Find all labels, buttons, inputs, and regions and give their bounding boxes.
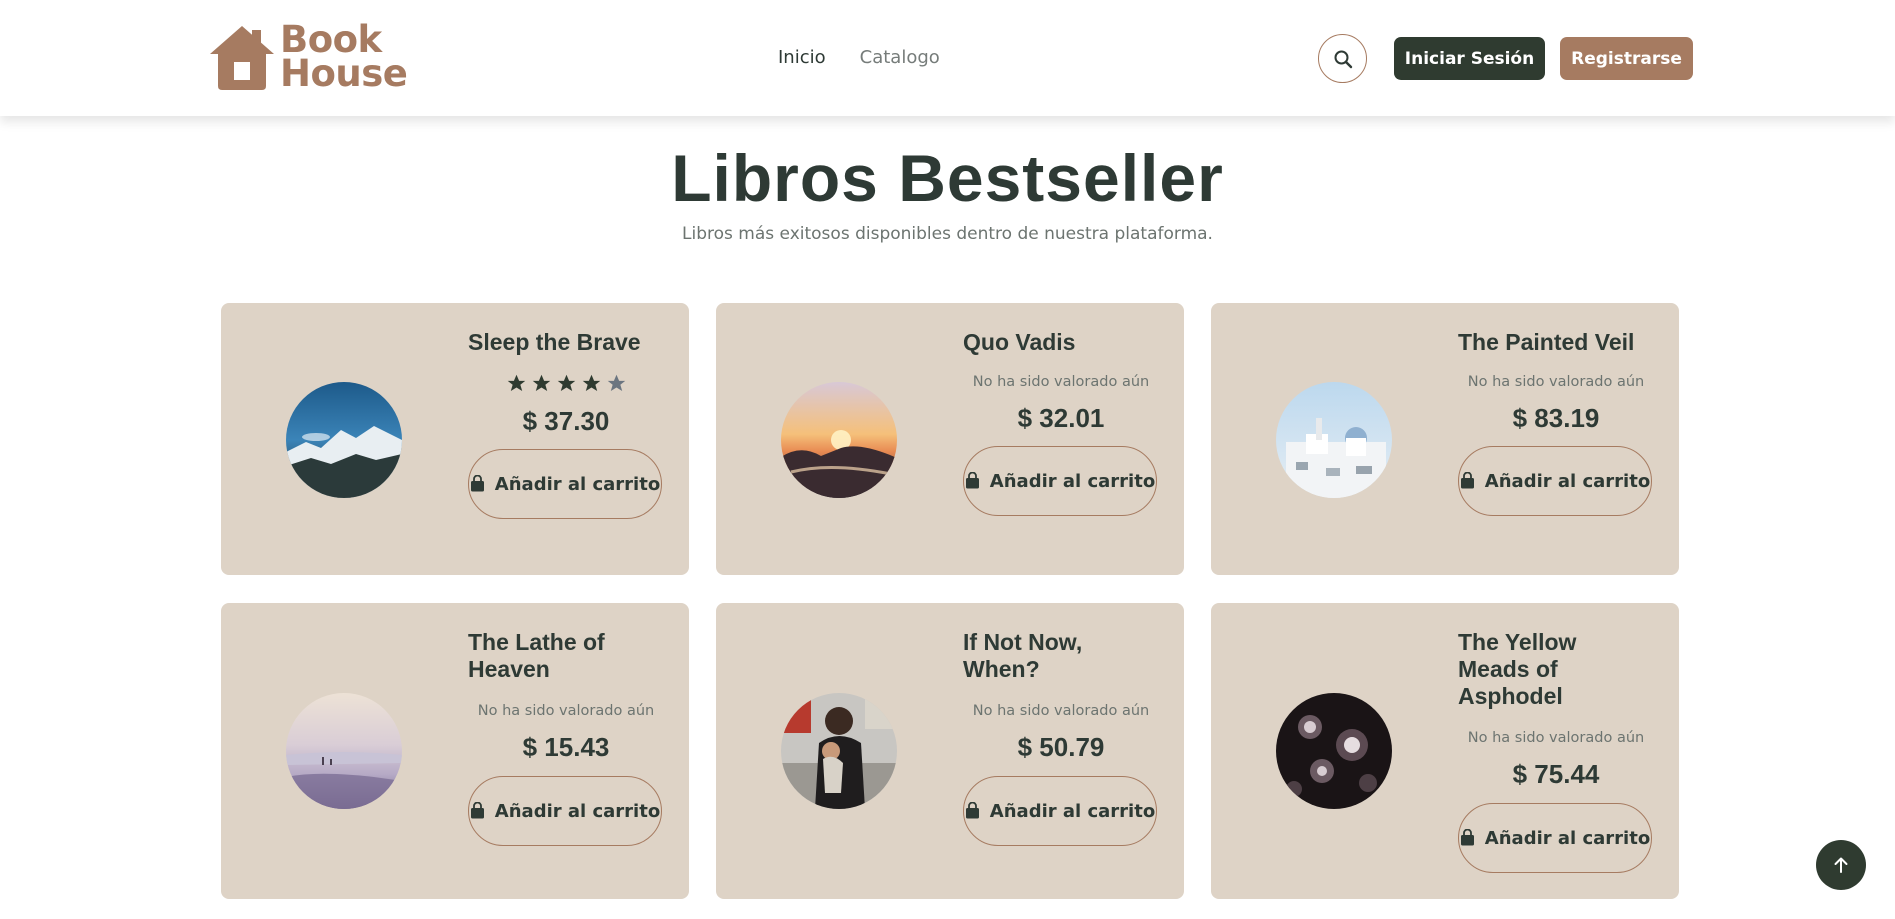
book-card: Sleep the Brave $ 37.30 Añadir al carrit… bbox=[221, 303, 689, 575]
register-button[interactable]: Registrarse bbox=[1560, 37, 1693, 80]
add-to-cart-button[interactable]: Añadir al carrito bbox=[468, 449, 662, 519]
rating-status: No ha sido valorado aún bbox=[972, 703, 1150, 719]
add-to-cart-button[interactable]: Añadir al carrito bbox=[963, 776, 1157, 846]
book-info: If Not Now, When? No ha sido valorado aú… bbox=[963, 629, 1159, 846]
book-title: Quo Vadis bbox=[963, 329, 1076, 355]
book-price: $ 32.01 bbox=[1017, 403, 1105, 433]
book-info: Quo Vadis No ha sido valorado aún $ 32.0… bbox=[963, 329, 1159, 516]
search-button[interactable] bbox=[1318, 34, 1367, 83]
rating-status: No ha sido valorado aún bbox=[1467, 374, 1645, 390]
nav-item-inicio[interactable]: Inicio bbox=[778, 47, 826, 68]
book-cover-image[interactable] bbox=[286, 382, 402, 498]
book-title: The Yellow Meads of Asphodel bbox=[1458, 629, 1577, 709]
add-to-cart-button[interactable]: Añadir al carrito bbox=[1458, 803, 1652, 873]
book-cover-image[interactable] bbox=[286, 693, 402, 809]
logo-line-2: House bbox=[280, 52, 408, 95]
shopping-bag-icon bbox=[965, 471, 979, 488]
book-info: Sleep the Brave $ 37.30 Añadir al carrit… bbox=[468, 329, 664, 519]
add-to-cart-label: Añadir al carrito bbox=[989, 800, 1156, 822]
book-cover-image[interactable] bbox=[781, 382, 897, 498]
book-card: If Not Now, When? No ha sido valorado aú… bbox=[716, 603, 1184, 899]
star-rating bbox=[468, 373, 664, 394]
rating-status: No ha sido valorado aún bbox=[972, 374, 1150, 390]
star-filled-icon bbox=[582, 374, 600, 391]
book-cover-image[interactable] bbox=[1276, 693, 1392, 809]
book-card: The Lathe of Heaven No ha sido valorado … bbox=[221, 603, 689, 899]
page-title: Libros Bestseller bbox=[671, 141, 1224, 215]
book-info: The Lathe of Heaven No ha sido valorado … bbox=[468, 629, 664, 846]
add-to-cart-button[interactable]: Añadir al carrito bbox=[468, 776, 662, 846]
shopping-bag-icon bbox=[470, 474, 484, 491]
book-cover-image[interactable] bbox=[1276, 382, 1392, 498]
book-info: The Yellow Meads of Asphodel No ha sido … bbox=[1458, 629, 1654, 873]
add-to-cart-button[interactable]: Añadir al carrito bbox=[1458, 446, 1652, 516]
logo-text: Book House bbox=[280, 21, 408, 95]
site-header: Book House Inicio Catalogo Iniciar Sesió… bbox=[0, 0, 1895, 116]
add-to-cart-button[interactable]: Añadir al carrito bbox=[963, 446, 1157, 516]
book-cover-image[interactable] bbox=[781, 693, 897, 809]
add-to-cart-label: Añadir al carrito bbox=[989, 470, 1156, 492]
add-to-cart-label: Añadir al carrito bbox=[1484, 470, 1651, 492]
book-price: $ 83.19 bbox=[1512, 403, 1600, 433]
page-subtitle: Libros más exitosos disponibles dentro d… bbox=[682, 224, 1213, 244]
book-card: Quo Vadis No ha sido valorado aún $ 32.0… bbox=[716, 303, 1184, 575]
shopping-bag-icon bbox=[965, 801, 979, 818]
star-filled-icon bbox=[532, 374, 550, 391]
book-price: $ 50.79 bbox=[1017, 732, 1105, 762]
book-info: The Painted Veil No ha sido valorado aún… bbox=[1458, 329, 1654, 516]
search-icon bbox=[1334, 50, 1352, 68]
book-title: The Lathe of Heaven bbox=[468, 629, 605, 682]
add-to-cart-label: Añadir al carrito bbox=[494, 473, 661, 495]
star-empty-icon bbox=[607, 374, 625, 391]
house-logo-icon bbox=[210, 26, 274, 90]
book-title: The Painted Veil bbox=[1458, 329, 1635, 355]
logo[interactable]: Book House bbox=[206, 21, 408, 95]
login-button[interactable]: Iniciar Sesión bbox=[1394, 37, 1545, 80]
book-price: $ 37.30 bbox=[522, 406, 610, 436]
rating-status: No ha sido valorado aún bbox=[1467, 730, 1645, 746]
add-to-cart-label: Añadir al carrito bbox=[1484, 827, 1651, 849]
nav-item-catalogo[interactable]: Catalogo bbox=[860, 47, 940, 68]
add-to-cart-label: Añadir al carrito bbox=[494, 800, 661, 822]
book-title: If Not Now, When? bbox=[963, 629, 1083, 682]
book-card: The Painted Veil No ha sido valorado aún… bbox=[1211, 303, 1679, 575]
shopping-bag-icon bbox=[1460, 471, 1474, 488]
arrow-up-icon bbox=[1834, 857, 1848, 873]
main-nav: Inicio Catalogo bbox=[778, 47, 940, 68]
shopping-bag-icon bbox=[1460, 828, 1474, 845]
rating-status: No ha sido valorado aún bbox=[477, 703, 655, 719]
book-card: The Yellow Meads of Asphodel No ha sido … bbox=[1211, 603, 1679, 899]
shopping-bag-icon bbox=[470, 801, 484, 818]
book-price: $ 75.44 bbox=[1512, 759, 1600, 789]
star-filled-icon bbox=[557, 374, 575, 391]
book-title: Sleep the Brave bbox=[468, 329, 641, 355]
star-filled-icon bbox=[507, 374, 525, 391]
scroll-to-top-button[interactable] bbox=[1816, 840, 1866, 890]
book-price: $ 15.43 bbox=[522, 732, 610, 762]
